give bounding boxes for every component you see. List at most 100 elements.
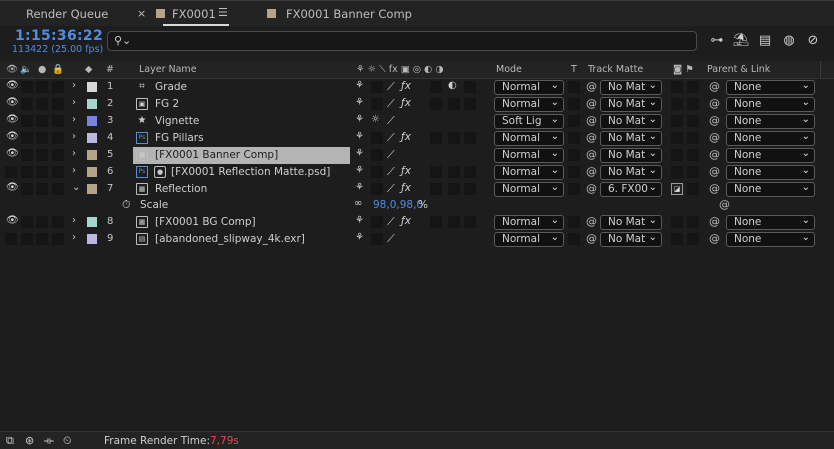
solo-toggle[interactable] bbox=[36, 132, 48, 144]
quality-slash-icon[interactable]: ⟋ bbox=[387, 182, 395, 196]
parent-dropdown[interactable]: None ⌄ bbox=[726, 114, 815, 129]
close-tab-icon[interactable]: × bbox=[137, 7, 146, 20]
matte-luma-toggle[interactable] bbox=[687, 183, 699, 195]
matte-inverted-icon[interactable]: ◪ bbox=[671, 183, 683, 195]
fx-icon[interactable]: ƒx bbox=[401, 215, 411, 227]
audio-toggle[interactable] bbox=[21, 81, 33, 93]
chevron-right-icon[interactable]: › bbox=[72, 232, 76, 243]
shy-icon[interactable]: ⚘ bbox=[355, 114, 364, 125]
blend-mode-dropdown[interactable]: Normal ⌄ bbox=[494, 215, 564, 230]
frame-blending-icon[interactable]: ▤ bbox=[756, 33, 774, 49]
layer-row[interactable]: 👁 › 8 ▦ [FX0001 BG Comp] ⚘ ⟋ ƒx Normal ⌄ … bbox=[0, 214, 834, 231]
parent-dropdown[interactable]: None ⌄ bbox=[726, 80, 815, 95]
audio-toggle[interactable] bbox=[21, 166, 33, 178]
track-matte-dropdown[interactable]: No Mat ⌄ bbox=[600, 97, 662, 112]
layer-row[interactable]: 👁 › 1 ⌗ Grade ⚘ ⟋ ƒx ◐ Normal ⌄ @ No Mat ⌄… bbox=[0, 79, 834, 96]
solo-toggle[interactable] bbox=[36, 216, 48, 228]
preserve-transparency-toggle[interactable] bbox=[568, 115, 580, 127]
collapse-toggle[interactable] bbox=[371, 183, 383, 195]
audio-toggle[interactable] bbox=[21, 132, 33, 144]
3d-toggle[interactable] bbox=[464, 132, 476, 144]
fx-icon[interactable]: ƒx bbox=[401, 80, 411, 92]
pick-whip-icon[interactable]: @ bbox=[586, 80, 597, 93]
visibility-eye-icon[interactable]: 👁 bbox=[6, 97, 19, 108]
shy-icon[interactable]: ⚘ bbox=[355, 131, 364, 142]
solo-toggle[interactable] bbox=[36, 149, 48, 161]
preserve-transparency-toggle[interactable] bbox=[568, 132, 580, 144]
fx-icon[interactable]: ƒx bbox=[401, 165, 411, 177]
pick-whip-icon[interactable]: @ bbox=[586, 215, 597, 228]
shy-icon[interactable]: ⚘ bbox=[355, 148, 364, 159]
preserve-transparency-toggle[interactable] bbox=[568, 149, 580, 161]
tab-render-queue[interactable]: Render Queue bbox=[26, 7, 108, 21]
shy-icon[interactable]: ⚘ bbox=[355, 232, 364, 243]
visibility-toggle[interactable] bbox=[5, 233, 17, 245]
quality-slash-icon[interactable]: ⟋ bbox=[387, 97, 395, 111]
layer-row[interactable]: 👁 › 5 ▦ [FX0001 Banner Comp] ⚘ ⟋ Normal ⌄… bbox=[0, 147, 834, 164]
layer-row[interactable]: › 6 Ps ● [FX0001 Reflection Matte.psd] ⚘ … bbox=[0, 164, 834, 181]
chevron-right-icon[interactable]: › bbox=[72, 97, 76, 108]
modes-toggle-icon[interactable]: ⊛ bbox=[25, 434, 34, 447]
parent-pick-whip-icon[interactable]: @ bbox=[709, 232, 720, 245]
layer-name-cell[interactable]: ▦ Reflection bbox=[133, 181, 350, 198]
parent-pick-whip-icon[interactable]: @ bbox=[709, 215, 720, 228]
blend-mode-dropdown[interactable]: Normal ⌄ bbox=[494, 97, 564, 112]
quality-slash-icon[interactable]: ⟋ bbox=[387, 215, 395, 229]
blend-mode-dropdown[interactable]: Soft Lig ⌄ bbox=[494, 114, 564, 129]
parent-pick-whip-icon[interactable]: @ bbox=[709, 80, 720, 93]
chevron-right-icon[interactable]: › bbox=[72, 131, 76, 142]
blend-mode-dropdown[interactable]: Normal ⌄ bbox=[494, 232, 564, 247]
track-matte-dropdown[interactable]: No Mat ⌄ bbox=[600, 80, 662, 95]
fx-icon[interactable]: ƒx bbox=[401, 182, 411, 194]
pick-whip-icon[interactable]: @ bbox=[586, 131, 597, 144]
label-color-swatch[interactable] bbox=[87, 167, 97, 177]
adjustment-toggle[interactable] bbox=[448, 216, 460, 228]
collapse-icon[interactable]: ☼ bbox=[371, 114, 380, 125]
3d-toggle[interactable] bbox=[464, 81, 476, 93]
quality-slash-icon[interactable]: ⟋ bbox=[387, 80, 395, 94]
3d-toggle[interactable] bbox=[464, 183, 476, 195]
track-matte-dropdown[interactable]: 6. FX00 ⌄ bbox=[600, 182, 662, 197]
solo-toggle[interactable] bbox=[36, 81, 48, 93]
audio-toggle[interactable] bbox=[21, 149, 33, 161]
layer-name-cell[interactable]: ▣ FG 2 bbox=[133, 96, 350, 113]
layer-row[interactable]: 👁 › 4 Ps FG Pillars ⚘ ⟋ ƒx Normal ⌄ @ No … bbox=[0, 130, 834, 147]
parent-dropdown[interactable]: None ⌄ bbox=[726, 148, 815, 163]
lock-toggle[interactable] bbox=[52, 166, 64, 178]
label-color-swatch[interactable] bbox=[87, 99, 97, 109]
constrain-proportions-icon[interactable]: ∞ bbox=[354, 198, 362, 209]
matte-luma-toggle[interactable] bbox=[687, 132, 699, 144]
chevron-right-icon[interactable]: › bbox=[72, 114, 76, 125]
parent-pick-whip-icon[interactable]: @ bbox=[709, 97, 720, 110]
visibility-toggle[interactable] bbox=[5, 166, 17, 178]
layer-row[interactable]: 👁 › 3 ★ Vignette ⚘ ☼ ⟋ Soft Lig ⌄ @ No Ma… bbox=[0, 113, 834, 130]
search-input[interactable]: ⚲⌄ bbox=[107, 31, 697, 51]
parent-dropdown[interactable]: None ⌄ bbox=[726, 182, 815, 197]
adjustment-toggle[interactable] bbox=[448, 98, 460, 110]
quality-slash-icon[interactable]: ⟋ bbox=[387, 165, 395, 179]
audio-toggle[interactable] bbox=[21, 216, 33, 228]
blend-mode-dropdown[interactable]: Normal ⌄ bbox=[494, 131, 564, 146]
parent-dropdown[interactable]: None ⌄ bbox=[726, 131, 815, 146]
shy-icon[interactable]: ⚘ bbox=[355, 165, 364, 176]
layer-row[interactable]: 👁 › 2 ▣ FG 2 ⚘ ⟋ ƒx Normal ⌄ @ No Mat ⌄ @ … bbox=[0, 96, 834, 113]
solo-toggle[interactable] bbox=[36, 233, 48, 245]
parent-pick-whip-icon[interactable]: @ bbox=[709, 131, 720, 144]
current-time-display[interactable]: 1:15:36:22 bbox=[15, 28, 103, 44]
track-matte-dropdown[interactable]: No Mat ⌄ bbox=[600, 114, 662, 129]
pick-whip-icon[interactable]: @ bbox=[586, 232, 597, 245]
visibility-eye-icon[interactable]: 👁 bbox=[6, 148, 19, 159]
matte-toggle[interactable] bbox=[671, 132, 683, 144]
label-color-swatch[interactable] bbox=[87, 234, 97, 244]
pick-whip-icon[interactable]: @ bbox=[586, 114, 597, 127]
chevron-right-icon[interactable]: › bbox=[72, 148, 76, 159]
fx-icon[interactable]: ƒx bbox=[401, 97, 411, 109]
layer-name-cell[interactable]: ★ Vignette bbox=[133, 113, 350, 130]
lock-toggle[interactable] bbox=[52, 183, 64, 195]
audio-toggle[interactable] bbox=[21, 115, 33, 127]
track-matte-dropdown[interactable]: No Mat ⌄ bbox=[600, 148, 662, 163]
lock-toggle[interactable] bbox=[52, 115, 64, 127]
adjustment-toggle[interactable] bbox=[448, 132, 460, 144]
3d-toggle[interactable] bbox=[464, 98, 476, 110]
layer-name-header[interactable]: Layer Name bbox=[139, 64, 197, 75]
